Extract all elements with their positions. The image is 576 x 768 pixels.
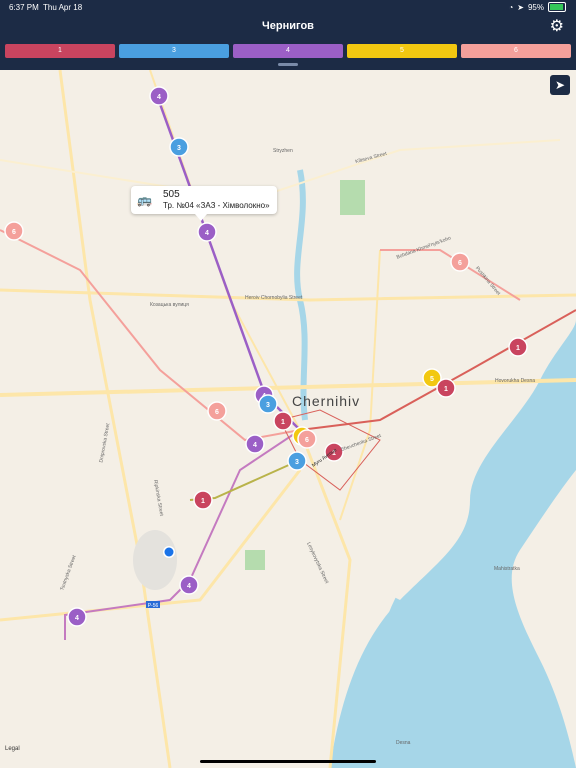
vehicle-callout[interactable]: 🚌 505 Тр. №04 «ЗАЗ - Хімволокно»: [131, 186, 277, 221]
battery-percent: 95%: [527, 2, 544, 12]
map-view[interactable]: 4 3 4 6 6 1 5 1 6 4 3 1 4 5 6 3 1 1 4 4 …: [0, 70, 576, 768]
svg-text:4: 4: [157, 94, 161, 101]
svg-text:4: 4: [253, 442, 257, 449]
route-tab-3[interactable]: 3: [119, 44, 229, 58]
callout-pointer: [195, 214, 207, 221]
map-marker[interactable]: 6: [450, 252, 470, 272]
location-arrow-icon[interactable]: ➤: [550, 75, 570, 95]
svg-text:6: 6: [305, 437, 309, 444]
svg-text:4: 4: [187, 583, 191, 590]
route-badge: P-56: [148, 603, 159, 609]
svg-text:3: 3: [177, 145, 181, 152]
map-marker[interactable]: 1: [436, 378, 456, 398]
route-tab-1[interactable]: 1: [5, 44, 115, 58]
svg-text:1: 1: [444, 386, 448, 393]
drag-handle[interactable]: [278, 63, 298, 66]
street-label: Desna: [396, 740, 411, 746]
map-marker[interactable]: 1: [273, 411, 293, 431]
vehicle-route: Тр. №04 «ЗАЗ - Хімволокно»: [163, 201, 270, 210]
svg-text:1: 1: [281, 419, 285, 426]
street-label: Козацька вулиця: [150, 302, 189, 308]
map-marker[interactable]: 1: [193, 490, 213, 510]
svg-text:4: 4: [205, 230, 209, 237]
route-tabs: 1 3 4 5 6: [5, 44, 571, 58]
location-services-icon: ➤: [517, 2, 524, 12]
page-title: Чернигов: [262, 20, 314, 32]
route-tab-6[interactable]: 6: [461, 44, 571, 58]
map-marker[interactable]: 4: [179, 575, 199, 595]
status-bar: 6:37 PM Thu Apr 18 ◔ ➤ 95%: [0, 0, 576, 14]
map-marker[interactable]: 3: [258, 394, 278, 414]
svg-text:1: 1: [516, 345, 520, 352]
route-tab-4[interactable]: 4: [233, 44, 343, 58]
vehicle-number: 505: [163, 189, 180, 200]
status-time: 6:37 PM: [9, 3, 39, 12]
svg-text:1: 1: [201, 498, 205, 505]
map-marker[interactable]: 1: [508, 337, 528, 357]
bus-icon: 🚌: [137, 193, 152, 207]
battery-icon: [548, 2, 566, 12]
route-tab-5[interactable]: 5: [347, 44, 457, 58]
gear-icon[interactable]: ⚙: [550, 19, 564, 35]
svg-text:6: 6: [12, 229, 16, 236]
map-marker[interactable]: 4: [245, 434, 265, 454]
map-marker[interactable]: 3: [169, 137, 189, 157]
status-date: Thu Apr 18: [43, 3, 83, 12]
map-marker[interactable]: 4: [67, 607, 87, 627]
legal-link[interactable]: Legal: [5, 746, 20, 752]
street-label: Heroiv Chornobylia Street: [245, 295, 303, 301]
city-label: Chernihiv: [292, 393, 361, 409]
svg-text:6: 6: [458, 260, 462, 267]
street-label: Mahistratka: [494, 566, 520, 572]
svg-text:4: 4: [75, 615, 79, 622]
svg-text:3: 3: [295, 459, 299, 466]
map-marker[interactable]: 4: [197, 222, 217, 242]
app-header: 6:37 PM Thu Apr 18 ◔ ➤ 95% Чернигов ⚙ 1 …: [0, 0, 576, 70]
svg-text:3: 3: [266, 402, 270, 409]
map-marker[interactable]: 6: [4, 221, 24, 241]
map-marker[interactable]: 6: [207, 401, 227, 421]
home-indicator: [200, 760, 376, 763]
svg-text:5: 5: [430, 376, 434, 383]
map-marker[interactable]: 3: [287, 451, 307, 471]
wifi-icon: ◔: [508, 2, 514, 12]
svg-text:6: 6: [215, 409, 219, 416]
street-label: Hovorukha Desna: [495, 378, 536, 384]
status-indicators: ◔ ➤ 95%: [508, 2, 566, 12]
map-marker[interactable]: 6: [297, 429, 317, 449]
map-marker[interactable]: 4: [149, 86, 169, 106]
street-label: Stryzhen: [273, 148, 293, 154]
